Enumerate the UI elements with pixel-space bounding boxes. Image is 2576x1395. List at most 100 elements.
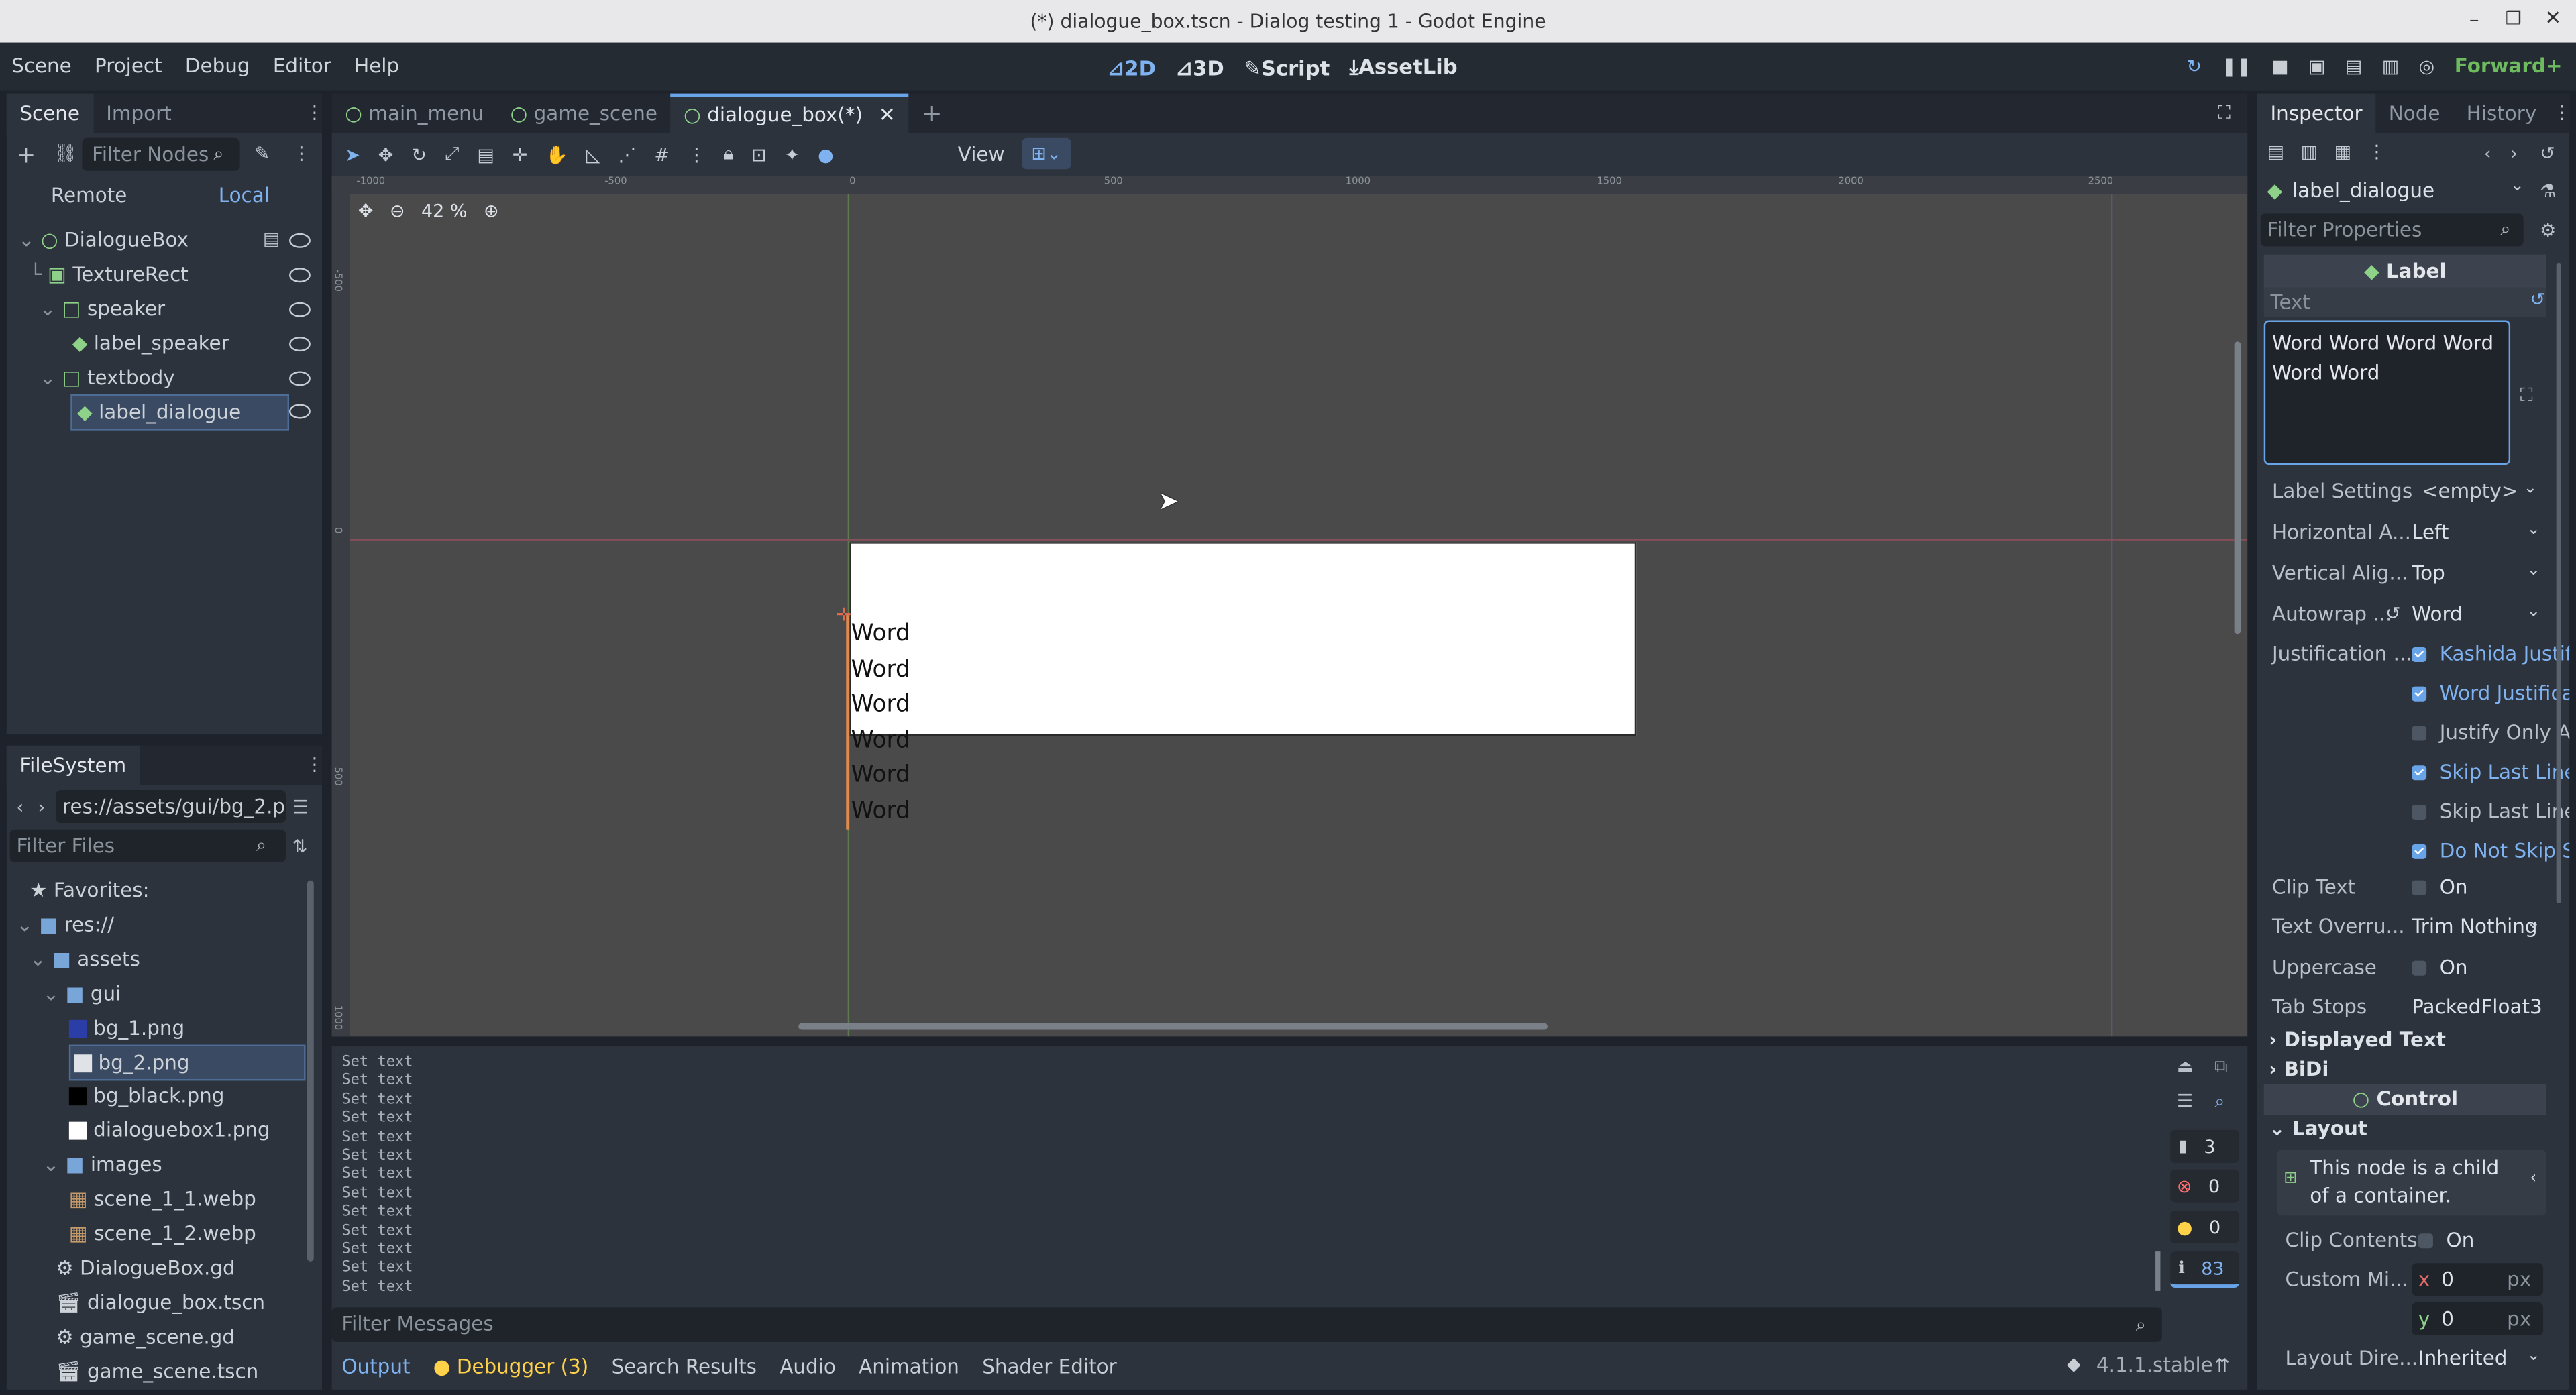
bone-icon[interactable]: ✦	[785, 144, 800, 165]
save-resource-icon[interactable]: ▦	[2334, 142, 2351, 163]
pivot-icon[interactable]: ✛	[513, 144, 528, 165]
dock-menu-icon[interactable]: ⋮	[306, 102, 324, 123]
select-mode-icon[interactable]: ➤	[345, 144, 360, 165]
camera-override-icon[interactable]: ●	[818, 144, 834, 165]
renderer-selector[interactable]: Forward+	[2455, 54, 2563, 77]
maximize-icon[interactable]: ❐	[2506, 8, 2522, 30]
visibility-icon[interactable]	[289, 337, 311, 352]
custom-min-y-field[interactable]: y 0 px	[2412, 1302, 2544, 1336]
distraction-free-icon[interactable]: ⛶	[2218, 102, 2231, 125]
viewport-h-scrollbar[interactable]	[798, 1023, 1548, 1030]
uppercase-toggle[interactable]: On	[2412, 956, 2468, 979]
scene-options-icon[interactable]: ⋮	[292, 143, 311, 164]
workspace-3d-button[interactable]: ⊿3D	[1166, 55, 1234, 80]
sort-icon[interactable]: ⇅	[292, 836, 308, 858]
dock-menu-icon[interactable]: ⋮	[2553, 102, 2571, 123]
tab-history[interactable]: History	[2453, 94, 2550, 133]
expand-panel-icon[interactable]: ⇈	[2214, 1355, 2230, 1376]
collapse-icon[interactable]: ☰	[2177, 1091, 2193, 1112]
close-tab-icon[interactable]: ✕	[879, 103, 896, 126]
ruler-icon[interactable]: ◺	[586, 144, 600, 165]
filter-files-input[interactable]: Filter Files ⌕	[9, 829, 286, 862]
workspace-assetlib-button[interactable]: ⤓AssetLib	[1340, 54, 1467, 80]
revert-icon[interactable]: ↺	[2385, 603, 2401, 624]
tab-inspector[interactable]: Inspector	[2257, 93, 2376, 133]
flag-word-justification[interactable]: Word Justificat	[2412, 681, 2569, 721]
tab-debugger[interactable]: ● Debugger (3)	[433, 1355, 589, 1378]
file-bg2[interactable]: bg_2.png	[68, 1044, 306, 1081]
object-selector[interactable]: ◆ label_dialogue ⌄	[2261, 174, 2527, 207]
filesystem-scrollbar[interactable]	[307, 880, 314, 1262]
text-property-editor[interactable]: Word Word Word Word Word Word	[2263, 320, 2511, 465]
filter-nodes-input[interactable]: Filter Nodes ⌕	[82, 137, 240, 171]
viewport-2d[interactable]: -1000 -500 0 500 1000 1500 2000 2500 -50…	[331, 176, 2248, 1037]
revert-icon[interactable]: ↺	[2530, 289, 2545, 311]
file-game-scene-gd[interactable]: ⚙ game_scene.gd	[56, 1321, 235, 1353]
folder-res[interactable]: ⌄ ■ res://	[16, 908, 114, 941]
error-count-filter[interactable]: ⊗ 0	[2170, 1169, 2239, 1203]
menu-debug[interactable]: Debug	[174, 54, 262, 77]
editor-tab-game-scene[interactable]: ○ game_scene	[497, 94, 671, 133]
view-menu[interactable]: View	[958, 143, 1005, 166]
grid-snap-icon[interactable]: #	[654, 144, 669, 165]
pause-icon[interactable]: ❚❚	[2222, 56, 2252, 77]
menu-editor[interactable]: Editor	[262, 54, 343, 77]
custom-min-x-field[interactable]: x 0 px	[2412, 1263, 2544, 1296]
favorites-item[interactable]: ★ Favorites:	[30, 874, 149, 907]
script-attached-icon[interactable]: ▤	[263, 228, 280, 249]
viewport-v-scrollbar[interactable]	[2234, 341, 2241, 634]
flag-skip-last-line-2[interactable]: Skip Last Line	[2412, 800, 2569, 840]
tree-node-speaker[interactable]: ⌄ □ speaker	[40, 292, 165, 325]
file-dialoguebox1[interactable]: dialoguebox1.png	[68, 1113, 270, 1146]
close-window-icon[interactable]: ✕	[2545, 7, 2562, 30]
filter-messages-input[interactable]: Filter Messages ⌕	[331, 1307, 2162, 1342]
output-scrollbar[interactable]	[2155, 1251, 2161, 1291]
forward-icon[interactable]: ›	[38, 797, 45, 818]
tab-node[interactable]: Node	[2375, 94, 2453, 133]
menu-help[interactable]: Help	[343, 54, 411, 77]
history-forward-icon[interactable]: ›	[2510, 143, 2518, 164]
tab-stops-value[interactable]: PackedFloat3	[2412, 995, 2542, 1018]
open-resource-icon[interactable]: ▥	[2301, 142, 2318, 163]
clip-text-toggle[interactable]: On	[2412, 875, 2468, 899]
folder-assets[interactable]: ⌄ ■ assets	[30, 943, 140, 976]
new-tab-icon[interactable]: +	[908, 94, 955, 133]
section-layout[interactable]: ⌄ Layout	[2269, 1117, 2367, 1139]
flag-do-not-skip[interactable]: Do Not Skip Si	[2412, 839, 2569, 879]
play-custom-icon[interactable]: ▥	[2382, 56, 2399, 77]
vertical-alignment-select[interactable]: Top	[2412, 562, 2445, 585]
history-icon[interactable]: ↺	[2540, 143, 2555, 164]
tab-import[interactable]: Import	[93, 94, 185, 133]
section-bidi[interactable]: › BiDi	[2269, 1058, 2328, 1080]
layout-direction-select[interactable]: Inherited	[2418, 1347, 2508, 1370]
inspector-scrollbar[interactable]	[2556, 262, 2561, 903]
move-mode-icon[interactable]: ✥	[378, 144, 394, 165]
remote-tab[interactable]: Remote	[51, 184, 127, 207]
horizontal-alignment-select[interactable]: Left	[2412, 520, 2449, 543]
scale-mode-icon[interactable]: ⤢	[445, 143, 460, 166]
tab-audio[interactable]: Audio	[780, 1355, 836, 1378]
file-bg-black[interactable]: bg_black.png	[68, 1079, 224, 1112]
tab-output[interactable]: Output	[341, 1355, 410, 1378]
expand-editor-icon[interactable]: ⛶	[2520, 384, 2533, 407]
tree-node-label-dialogue[interactable]: ◆ label_dialogue	[70, 394, 290, 431]
workspace-script-button[interactable]: ✎Script	[1234, 55, 1340, 80]
dialogue-box-texture[interactable]	[849, 542, 1637, 736]
tab-shader-editor[interactable]: Shader Editor	[982, 1355, 1116, 1378]
visibility-icon[interactable]	[289, 404, 311, 419]
history-back-icon[interactable]: ‹	[2484, 143, 2491, 164]
filter-properties-input[interactable]: Filter Properties ⌕	[2260, 213, 2524, 247]
tab-scene[interactable]: Scene	[6, 93, 93, 133]
text-overrun-select[interactable]: Trim Nothing	[2412, 915, 2537, 938]
workspace-2d-button[interactable]: ⊿2D	[1097, 55, 1166, 80]
play-scene-icon[interactable]: ▤	[2345, 56, 2362, 77]
movie-icon[interactable]: ◎	[2419, 56, 2435, 77]
visibility-icon[interactable]	[289, 302, 311, 317]
new-resource-icon[interactable]: ▤	[2267, 142, 2284, 163]
tree-node-dialoguebox[interactable]: ⌄ ○ DialogueBox	[18, 223, 189, 256]
file-scene-1-1[interactable]: ▦ scene_1_1.webp	[69, 1182, 256, 1215]
tab-search-results[interactable]: Search Results	[612, 1355, 757, 1378]
lock-icon[interactable]: 🔒︎	[724, 143, 733, 166]
folder-gui[interactable]: ⌄ ■ gui	[43, 977, 121, 1010]
pan-icon[interactable]: ✋	[545, 144, 568, 165]
